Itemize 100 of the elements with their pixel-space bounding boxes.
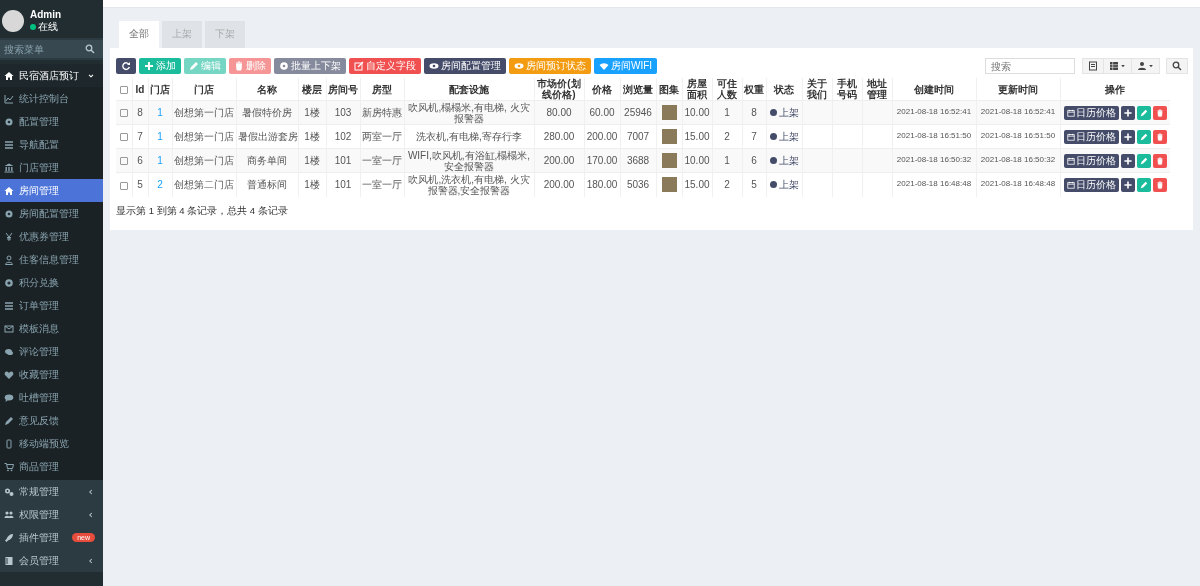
menu-item[interactable]: 民宿酒店预订 (0, 64, 103, 87)
search-button[interactable] (1166, 58, 1188, 74)
columns-button[interactable] (1103, 58, 1132, 74)
menu-item[interactable]: 移动端预览 (0, 432, 103, 455)
calendar-price-button[interactable]: 日历价格 (1063, 129, 1119, 144)
table-cell: 6 (751, 155, 757, 166)
status-label: 上架 (769, 107, 799, 118)
table-cell: 10.00 (684, 107, 710, 118)
table-cell: 7007 (626, 131, 650, 142)
pencil-icon (1139, 180, 1148, 189)
move-button[interactable] (1120, 105, 1135, 120)
calendar-price-button[interactable]: 日历价格 (1063, 105, 1119, 120)
menu-item[interactable]: 模板消息 (0, 317, 103, 340)
cart-icon (4, 461, 14, 472)
table-cell: 2021-08-18 16:52:41 (896, 107, 972, 117)
trash-icon (1155, 180, 1164, 189)
menu-item[interactable]: 意见反馈 (0, 409, 103, 432)
table-cell: 200.00 (586, 131, 618, 142)
menu-item[interactable]: 收藏管理 (0, 363, 103, 386)
tab[interactable]: 全部 (119, 21, 159, 48)
delete-button[interactable] (1152, 177, 1167, 192)
table-cell: 普通标间 (247, 179, 287, 191)
status-label: 上架 (769, 155, 799, 166)
table-cell: 新房特惠 (362, 107, 402, 118)
move-button[interactable] (1120, 129, 1135, 144)
photo-placeholder (661, 105, 677, 120)
checkbox[interactable] (119, 109, 128, 118)
table-search-field[interactable]: 搜索 (985, 58, 1075, 74)
custom-field-button[interactable]: 自定义字段 (349, 58, 421, 74)
column-header: 地址管理 (867, 78, 887, 100)
move-button[interactable] (1120, 153, 1135, 168)
menu-item[interactable]: 权限管理 (0, 503, 103, 526)
move-button[interactable] (1120, 177, 1135, 192)
menu-item[interactable]: 商品管理 (0, 455, 103, 478)
menu-item[interactable]: 房间管理 (0, 179, 103, 202)
menu-item[interactable]: 配置管理 (0, 110, 103, 133)
table-cell: 2021-08-18 16:48:48 (980, 179, 1056, 189)
config-button[interactable]: 房间配置管理 (424, 58, 506, 74)
menu-item[interactable]: 住客信息管理 (0, 248, 103, 271)
photo-placeholder (661, 153, 677, 168)
envelope-icon (4, 323, 14, 334)
eye-icon (514, 61, 524, 71)
export-button[interactable] (1131, 58, 1160, 74)
delete-button[interactable] (1152, 153, 1167, 168)
column-header: 权重 (744, 83, 764, 95)
column-header: 价格 (592, 83, 612, 95)
delete-button[interactable] (1152, 129, 1167, 144)
menu-item[interactable]: 订单管理 (0, 294, 103, 317)
checkbox[interactable] (119, 181, 128, 190)
menu-item[interactable]: 房间配置管理 (0, 202, 103, 225)
chevron-left-icon (87, 487, 95, 496)
caret-down-icon (1120, 63, 1126, 69)
table-cell: 170.00 (586, 155, 618, 166)
photo-placeholder (661, 129, 677, 144)
calendar-icon (1066, 132, 1075, 141)
calendar-icon (1066, 156, 1075, 165)
menu-item[interactable]: 吐槽管理 (0, 386, 103, 409)
toggle-view-button[interactable] (1082, 58, 1104, 74)
batch-button[interactable]: 批量上下架 (274, 58, 346, 74)
table-cell: 200.00 (543, 155, 575, 166)
menu-search-field[interactable]: 搜索菜单 (0, 38, 103, 60)
table-cell: 一室一厅 (362, 155, 402, 166)
table-cell: 2021-08-18 16:50:32 (896, 155, 972, 165)
menu-item[interactable]: 门店管理 (0, 156, 103, 179)
table-cell: 10.00 (684, 155, 710, 166)
delete-button[interactable] (1152, 105, 1167, 120)
column-header: 更新时间 (998, 83, 1038, 95)
column-header: 房型 (372, 83, 392, 95)
menu-item[interactable]: 优惠券管理 (0, 225, 103, 248)
pagination-info: 显示第 1 到第 4 条记录，总共 4 条记录 (116, 204, 289, 218)
pencil-icon (1139, 108, 1148, 117)
table-cell: 商务单间 (247, 155, 287, 166)
gear-icon (279, 61, 289, 71)
column-header: 配套设施 (449, 83, 489, 95)
column-header: 图集 (659, 83, 679, 95)
book-icon (4, 555, 14, 566)
checkbox[interactable] (119, 133, 128, 142)
status-label: 上架 (769, 179, 799, 191)
trash-icon (234, 61, 244, 71)
menu-item[interactable]: 统计控制台 (0, 87, 103, 110)
checkbox[interactable] (119, 157, 128, 166)
calendar-price-button[interactable]: 日历价格 (1063, 177, 1119, 192)
menu-item[interactable]: 常规管理 (0, 480, 103, 503)
table-cell: 8 (751, 107, 757, 118)
pencil-icon (4, 415, 14, 426)
menu-item[interactable]: 积分兑换 (0, 271, 103, 294)
gear-icon (4, 116, 14, 127)
column-header: 创建时间 (914, 83, 954, 95)
menu-item[interactable]: 导航配置 (0, 133, 103, 156)
table-cell: 2021-08-18 16:50:32 (980, 155, 1056, 165)
table-cell: 280.00 (543, 131, 575, 142)
refresh-button[interactable] (116, 58, 136, 74)
table-cell: 2021-08-18 16:51:50 (896, 131, 972, 141)
checkbox[interactable] (119, 85, 128, 94)
menu-item[interactable]: 评论管理 (0, 340, 103, 363)
menu-item[interactable]: 会员管理 (0, 549, 103, 572)
table-cell: 15.00 (684, 131, 710, 142)
move-icon (1123, 108, 1132, 117)
calendar-price-button[interactable]: 日历价格 (1063, 153, 1119, 168)
table-icon (1088, 61, 1098, 71)
